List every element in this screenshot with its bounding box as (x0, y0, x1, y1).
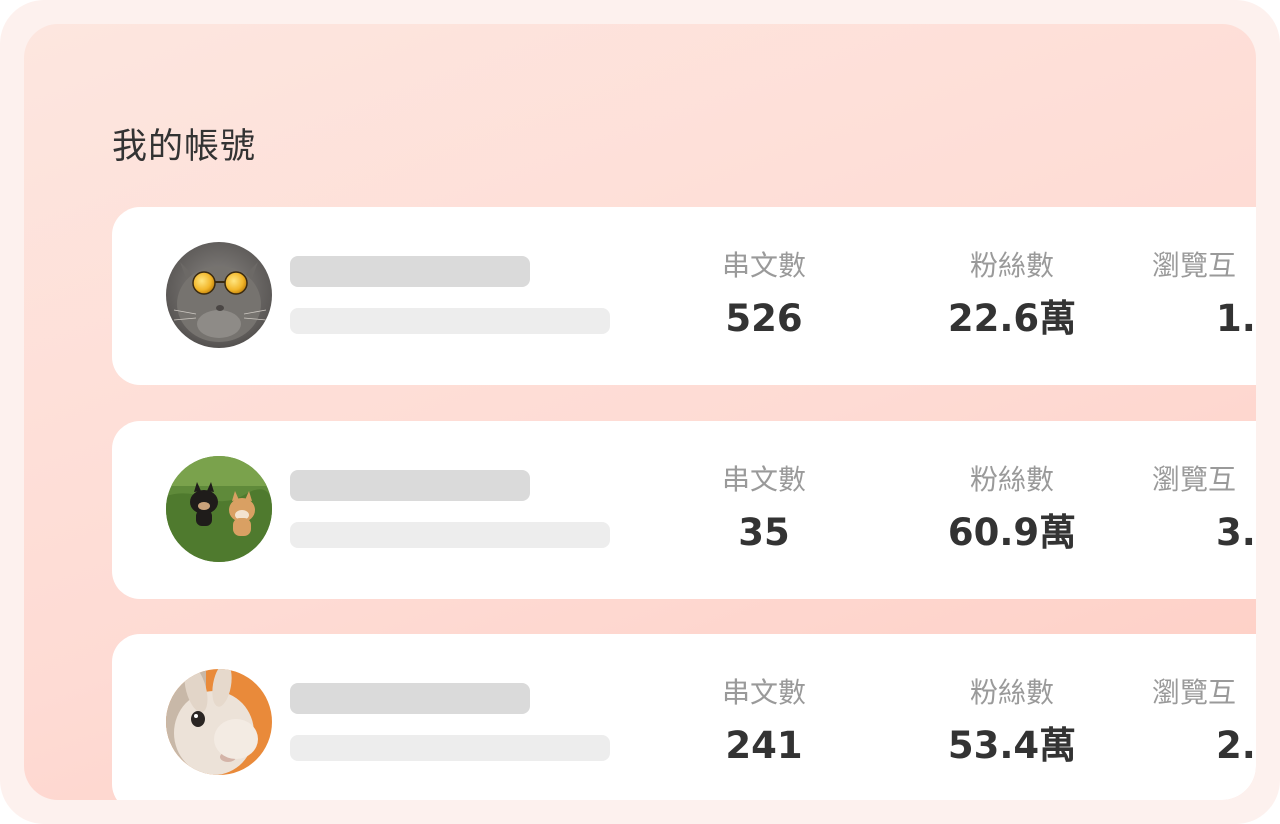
views-stat: 瀏覽互 1.4 (1152, 247, 1256, 341)
views-stat: 瀏覽互 2.( (1152, 674, 1256, 768)
views-label: 瀏覽互 (1152, 463, 1237, 496)
posts-stat: 串文數 526 (664, 247, 864, 341)
followers-value: 53.4萬 (947, 724, 1077, 767)
posts-stat: 串文數 35 (664, 461, 864, 555)
rabbit-avatar-icon (166, 669, 272, 775)
posts-label: 串文數 (721, 463, 806, 496)
account-name-placeholder (290, 470, 530, 501)
followers-stat: 粉絲數 22.6萬 (912, 247, 1112, 341)
posts-value: 35 (738, 511, 790, 554)
account-handle-placeholder (290, 522, 610, 548)
posts-label: 串文數 (721, 676, 806, 709)
views-value: 1.4 (1216, 297, 1256, 340)
followers-label: 粉絲數 (969, 463, 1054, 496)
posts-value: 241 (725, 724, 803, 767)
views-stat: 瀏覽互 3.: (1152, 461, 1256, 555)
account-name-placeholder (290, 683, 530, 714)
followers-stat: 粉絲數 60.9萬 (912, 461, 1112, 555)
views-label: 瀏覽互 (1152, 676, 1237, 709)
account-card[interactable]: 串文數 526 粉絲數 22.6萬 瀏覽互 1.4 (112, 207, 1256, 385)
followers-label: 粉絲數 (969, 249, 1054, 282)
views-label: 瀏覽互 (1152, 249, 1237, 282)
app-frame: 我的帳號 串文數 526 粉絲數 22.6萬 瀏覽互 1. 串文數 35 粉絲數… (0, 0, 1280, 824)
cat-avatar-icon (166, 242, 272, 348)
account-card[interactable]: 串文數 241 粉絲數 53.4萬 瀏覽互 2.( (112, 634, 1256, 800)
account-handle-placeholder (290, 308, 610, 334)
followers-stat: 粉絲數 53.4萬 (912, 674, 1112, 768)
page-title: 我的帳號 (112, 127, 257, 167)
account-name-placeholder (290, 256, 530, 287)
posts-stat: 串文數 241 (664, 674, 864, 768)
followers-value: 60.9萬 (947, 511, 1077, 554)
followers-value: 22.6萬 (947, 297, 1077, 340)
posts-label: 串文數 (721, 249, 806, 282)
dogs-avatar-icon (166, 456, 272, 562)
account-handle-placeholder (290, 735, 610, 761)
views-value: 2.( (1216, 724, 1256, 767)
posts-value: 526 (725, 297, 803, 340)
my-accounts-panel: 我的帳號 串文數 526 粉絲數 22.6萬 瀏覽互 1. 串文數 35 粉絲數… (24, 24, 1256, 800)
account-card[interactable]: 串文數 35 粉絲數 60.9萬 瀏覽互 3.: (112, 421, 1256, 599)
followers-label: 粉絲數 (969, 676, 1054, 709)
views-value: 3.: (1216, 511, 1256, 554)
